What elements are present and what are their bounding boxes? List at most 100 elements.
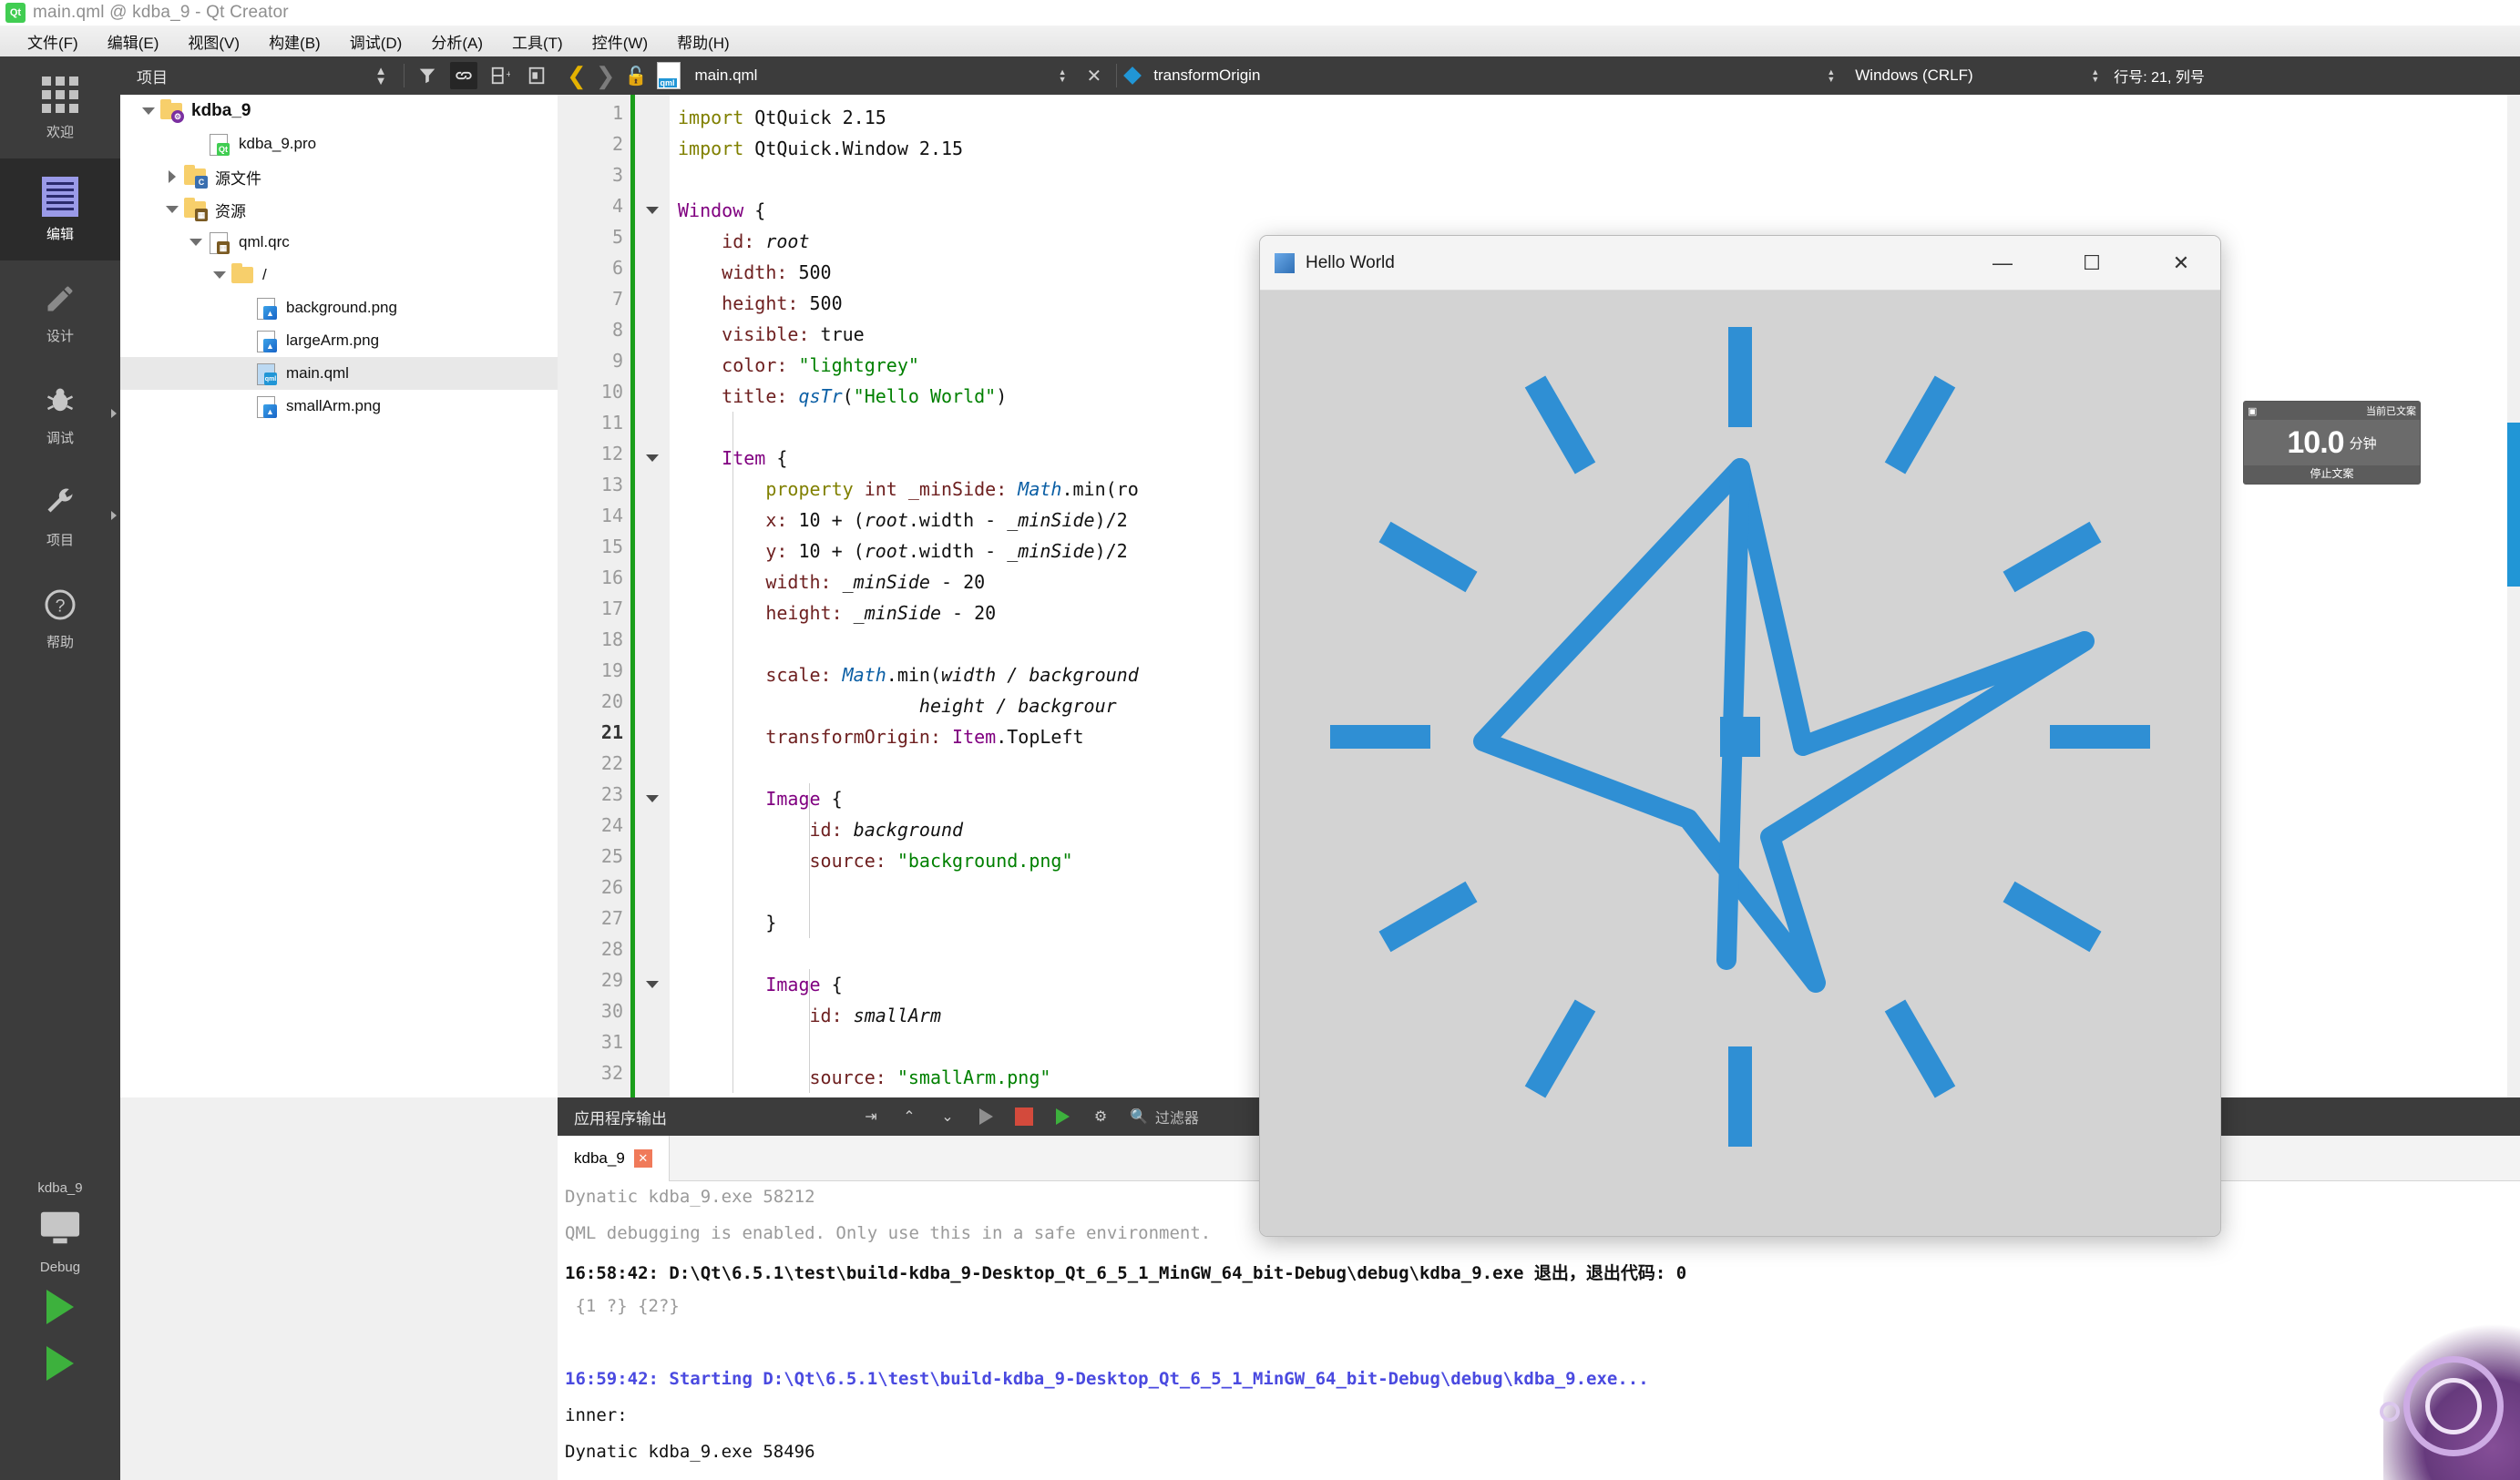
code-line[interactable]: import QtQuick.Window 2.15 bbox=[678, 133, 963, 164]
collapse-panel-icon[interactable] bbox=[523, 62, 550, 89]
activity-item-grid[interactable]: 欢迎 bbox=[0, 56, 120, 158]
stop-icon[interactable] bbox=[1011, 1104, 1037, 1129]
code-line[interactable]: x: 10 + (root .width - _minSide)/2 bbox=[678, 505, 1127, 536]
menu-item-5[interactable]: 分析(A) bbox=[416, 28, 497, 55]
code-line[interactable]: import QtQuick 2.15 bbox=[678, 102, 886, 133]
fold-column[interactable] bbox=[635, 95, 670, 1097]
sort-toggle-icon[interactable]: ▲ ▼ bbox=[367, 62, 394, 89]
prev-item-icon[interactable]: ⌃ bbox=[896, 1104, 922, 1129]
code-line[interactable]: transformOrigin: Item .TopLeft bbox=[678, 721, 1083, 752]
activity-item-document-lines[interactable]: 编辑 bbox=[0, 158, 120, 260]
chevron-left-icon[interactable]: ❮ bbox=[567, 64, 587, 87]
code-line[interactable]: height: _minSide - 20 bbox=[678, 597, 996, 628]
tree-expander[interactable] bbox=[184, 239, 208, 246]
code-line[interactable]: color: "lightgrey" bbox=[678, 350, 919, 381]
project-tree[interactable]: ⚙ kdba_9 Qt kdba_9.pro C 源文件 ▦ 资源 ▦ qml.qrc / ▲ back… bbox=[120, 95, 558, 1097]
code-line[interactable]: y: 10 + (root .width - _minSide)/2 bbox=[678, 536, 1127, 566]
tree-item[interactable]: ▲ background.png bbox=[120, 291, 558, 324]
output-filter[interactable]: 🔍 过滤器 bbox=[1130, 1106, 1199, 1128]
fold-toggle-icon[interactable] bbox=[641, 195, 663, 226]
tree-item[interactable]: ▲ smallArm.png bbox=[120, 390, 558, 423]
activity-item-bug[interactable]: 调试 bbox=[0, 362, 120, 464]
activity-item-question[interactable]: ? 帮助 bbox=[0, 566, 120, 669]
link-sync-icon[interactable] bbox=[450, 62, 477, 89]
close-button[interactable]: ✕ bbox=[2142, 237, 2220, 290]
run-icon[interactable] bbox=[973, 1104, 999, 1129]
output-tab-kdba9[interactable]: kdba_9 ✕ bbox=[558, 1136, 670, 1181]
code-line[interactable]: id: root bbox=[678, 226, 809, 257]
output-tab-close-icon[interactable]: ✕ bbox=[633, 1148, 652, 1168]
rerun-icon[interactable] bbox=[1050, 1104, 1075, 1129]
menu-item-2[interactable]: 视图(V) bbox=[173, 28, 254, 55]
menu-item-0[interactable]: 文件(F) bbox=[13, 28, 93, 55]
tree-item[interactable]: ▦ qml.qrc bbox=[120, 226, 558, 259]
chevron-updown-icon[interactable]: ▲ ▼ bbox=[1059, 68, 1067, 84]
open-file-selector[interactable]: main.qml ▲ ▼ bbox=[689, 62, 1072, 89]
editor-scrollbar-thumb[interactable] bbox=[2507, 423, 2520, 587]
menu-item-8[interactable]: 帮助(H) bbox=[662, 28, 744, 55]
chevron-updown-icon-3[interactable]: ▲ ▼ bbox=[2091, 68, 2099, 84]
tree-item[interactable]: C 源文件 bbox=[120, 160, 558, 193]
line-ending-selector[interactable]: Windows (CRLF) ▲ ▼ bbox=[1849, 62, 2105, 89]
code-line[interactable]: Image { bbox=[678, 969, 842, 1000]
filter-icon[interactable] bbox=[414, 62, 441, 89]
unlocked-icon[interactable]: 🔓 bbox=[625, 65, 648, 87]
settings-gear-icon[interactable]: ⚙ bbox=[1088, 1104, 1113, 1129]
code-line[interactable]: width: _minSide - 20 bbox=[678, 566, 985, 597]
activity-item-wrench[interactable]: 项目 bbox=[0, 464, 120, 566]
code-line[interactable]: source: "background.png" bbox=[678, 845, 1072, 876]
tree-expander[interactable] bbox=[137, 107, 160, 115]
code-line[interactable]: Window { bbox=[678, 195, 765, 226]
menu-item-1[interactable]: 编辑(E) bbox=[93, 28, 174, 55]
tree-item[interactable]: ▲ largeArm.png bbox=[120, 324, 558, 357]
split-add-icon[interactable]: + bbox=[487, 62, 514, 89]
fold-toggle-icon[interactable] bbox=[641, 969, 663, 1000]
code-line[interactable]: } bbox=[678, 907, 776, 938]
code-line[interactable]: scale: Math .min(width / background bbox=[678, 659, 1138, 690]
chevron-updown-icon-2[interactable]: ▲ ▼ bbox=[1827, 68, 1835, 84]
timer-footer[interactable]: 停止文案 bbox=[2244, 465, 2420, 484]
screen-recorder-timer[interactable]: ▣ 当前已文案 10.0 分钟 停止文案 bbox=[2243, 401, 2421, 485]
menu-item-6[interactable]: 工具(T) bbox=[497, 28, 578, 55]
next-item-icon[interactable]: ⌄ bbox=[935, 1104, 960, 1129]
menu-item-4[interactable]: 调试(D) bbox=[335, 28, 417, 55]
code-line[interactable]: Image { bbox=[678, 783, 842, 814]
editor-scrollbar[interactable] bbox=[2507, 95, 2520, 1097]
tree-item[interactable]: qml main.qml bbox=[120, 357, 558, 390]
debug-run-icon[interactable] bbox=[0, 1335, 120, 1392]
run-triangle-icon[interactable] bbox=[0, 1279, 120, 1335]
code-line[interactable]: height: 500 bbox=[678, 288, 842, 319]
kit-selector[interactable]: kdba_9 Debug bbox=[0, 1177, 120, 1392]
code-line[interactable]: title: qsTr("Hello World") bbox=[678, 381, 1007, 412]
tree-item[interactable]: Qt kdba_9.pro bbox=[120, 128, 558, 160]
code-line[interactable]: property int _minSide: Math .min(ro bbox=[678, 474, 1138, 505]
pin-icon[interactable]: ▣ bbox=[2248, 405, 2257, 417]
close-file-button[interactable]: ✕ bbox=[1081, 65, 1108, 87]
line-number: 3 bbox=[611, 164, 623, 186]
fold-toggle-icon[interactable] bbox=[641, 443, 663, 474]
tree-expander[interactable] bbox=[208, 271, 231, 279]
maximize-button[interactable]: ☐ bbox=[2053, 237, 2131, 290]
menu-item-7[interactable]: 控件(W) bbox=[578, 28, 662, 55]
tree-expander[interactable] bbox=[160, 170, 184, 183]
chevron-right-icon[interactable]: ❯ bbox=[596, 64, 616, 87]
symbol-selector[interactable]: transformOrigin ▲ ▼ bbox=[1148, 62, 1841, 89]
activity-item-pencil[interactable]: 设计 bbox=[0, 260, 120, 362]
tree-item[interactable]: ▦ 资源 bbox=[120, 193, 558, 226]
code-line[interactable]: source: "smallArm.png" bbox=[678, 1062, 1050, 1093]
word-wrap-icon[interactable]: ⇥ bbox=[858, 1104, 884, 1129]
code-line[interactable]: id: background bbox=[678, 814, 963, 845]
fold-toggle-icon[interactable] bbox=[641, 783, 663, 814]
output-line: 16:59:42: Starting D:\Qt\6.5.1\test\buil… bbox=[565, 1369, 1649, 1389]
hello-world-window[interactable]: Hello World — ☐ ✕ bbox=[1259, 235, 2221, 1237]
tree-item[interactable]: / bbox=[120, 259, 558, 291]
minimize-button[interactable]: — bbox=[1963, 237, 2042, 290]
code-line[interactable]: visible: true bbox=[678, 319, 865, 350]
menu-item-3[interactable]: 构建(B) bbox=[254, 28, 335, 55]
code-line[interactable]: height / backgrour bbox=[678, 690, 1117, 721]
tree-expander[interactable] bbox=[160, 206, 184, 213]
tree-item[interactable]: ⚙ kdba_9 bbox=[120, 95, 558, 128]
code-token: height: bbox=[678, 292, 810, 314]
code-line[interactable]: width: 500 bbox=[678, 257, 831, 288]
code-token: source: bbox=[678, 850, 897, 872]
